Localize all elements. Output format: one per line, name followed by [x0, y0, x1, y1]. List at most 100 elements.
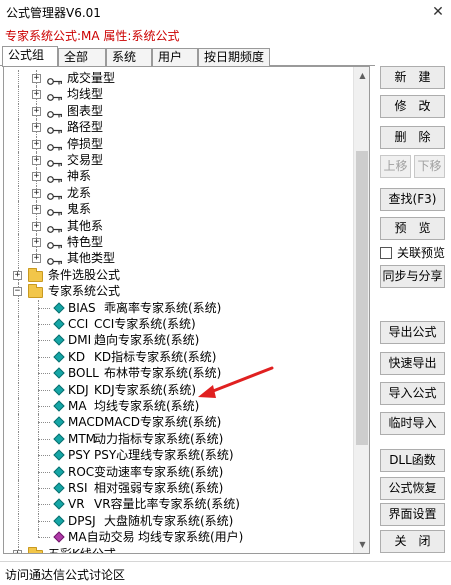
expert-item-vr[interactable]: VR VR容量比率专家系统(系统) [4, 496, 352, 513]
tree-item-label: 其他系 [67, 218, 104, 233]
tree-guide [18, 299, 19, 316]
tree-guide [18, 529, 19, 546]
tab-by-date-frequency[interactable]: 按日期频度 [198, 48, 270, 66]
modify-button[interactable]: 修 改 [380, 95, 445, 118]
formula-code: KDJ [68, 382, 89, 397]
new-button[interactable]: 新 建 [380, 66, 445, 89]
tree-item-11[interactable]: + 其他类型 [4, 250, 352, 267]
sync-share-button[interactable]: 同步与分享 [380, 265, 445, 288]
expert-item-bias[interactable]: BIAS 乖离率专家系统(系统) [4, 299, 352, 316]
tab-system[interactable]: 系统 [106, 48, 152, 66]
expert-item-kdj[interactable]: KDJ KDJ专家系统(系统) [4, 381, 352, 398]
key-icon [47, 238, 63, 249]
expand-toggle-icon[interactable]: + [32, 254, 41, 264]
tree-item-5[interactable]: + 交易型 [4, 152, 352, 168]
formula-code: ROC [68, 464, 95, 479]
tree-item-8[interactable]: + 鬼系 [4, 201, 352, 218]
expand-toggle-icon[interactable]: + [32, 74, 41, 83]
scroll-thumb[interactable] [356, 151, 368, 445]
ui-settings-button[interactable]: 界面设置 [380, 503, 445, 526]
tree-item-2[interactable]: + 图表型 [4, 102, 352, 119]
expert-item-kd[interactable]: KD KD指标专家系统(系统) [4, 348, 352, 365]
tree-guide [18, 152, 19, 168]
move-down-button[interactable]: 下移 [414, 155, 445, 178]
formula-code: KD [68, 349, 86, 364]
tree-item-3[interactable]: + 路径型 [4, 119, 352, 136]
tab-user[interactable]: 用户 [152, 48, 198, 66]
expert-item-ma[interactable]: MA 均线专家系统(系统) [4, 398, 352, 414]
expert-item-macd[interactable]: MACD MACD专家系统(系统) [4, 414, 352, 431]
tree-guide [18, 119, 19, 136]
tree-guide [18, 70, 19, 86]
formula-description: MACD专家系统(系统) [104, 415, 222, 430]
expand-toggle-icon[interactable]: − [13, 287, 22, 297]
quick-export-button[interactable]: 快速导出 [380, 352, 445, 375]
status-bar: 访问通达信公式讨论区 [0, 561, 451, 585]
formula-code: MTM [68, 431, 97, 446]
tab-all[interactable]: 全部 [58, 48, 106, 66]
expand-toggle-icon[interactable]: + [32, 90, 41, 100]
find-button[interactable]: 查找(F3) [380, 188, 445, 211]
tree-guide [18, 381, 19, 398]
expert-item-mtm[interactable]: MTM 动力指标专家系统(系统) [4, 430, 352, 447]
formula-tree[interactable]: ▲ ▼ + 成交量型 + 均线型 + 图表型 + 路径型 + 停损型 + 交易型 + 神系 + 龙系 + 鬼系 + 其… [3, 66, 370, 554]
expand-toggle-icon[interactable]: + [32, 156, 41, 165]
tab-formula-group[interactable]: 公式组 [2, 46, 58, 67]
scroll-up-arrow-icon[interactable]: ▲ [354, 67, 369, 84]
tree-guide [18, 102, 19, 119]
expand-toggle-icon[interactable]: + [32, 106, 41, 116]
tree-item-label: 龙系 [67, 185, 92, 200]
title-bar: 公式管理器V6.01 ✕ [0, 0, 451, 23]
tree-item-4[interactable]: + 停损型 [4, 135, 352, 152]
expert-item-psy[interactable]: PSY PSY心理线专家系统(系统) [4, 447, 352, 464]
category-colorful-kline[interactable]: + 五彩K线公式 [4, 545, 352, 553]
expert-item-dmi[interactable]: DMI 趋向专家系统(系统) [4, 332, 352, 349]
expert-item-ma自动交易[interactable]: MA自动交易 均线专家系统(用户) [4, 529, 352, 546]
tree-item-10[interactable]: + 特色型 [4, 234, 352, 250]
expert-item-dpsj[interactable]: DPSJ 大盘随机专家系统(系统) [4, 512, 352, 529]
expert-item-boll[interactable]: BOLL 布林带专家系统(系统) [4, 365, 352, 382]
scroll-down-arrow-icon[interactable]: ▼ [354, 536, 369, 553]
export-formula-button[interactable]: 导出公式 [380, 321, 445, 344]
system-formula-icon [53, 498, 65, 511]
formula-code: DMI [68, 333, 92, 348]
expand-toggle-icon[interactable]: + [32, 238, 41, 247]
checkbox-box[interactable] [380, 247, 392, 259]
expand-toggle-icon[interactable]: + [32, 172, 41, 182]
dll-functions-button[interactable]: DLL函数 [380, 449, 445, 472]
tree-item-1[interactable]: + 均线型 [4, 86, 352, 103]
tree-guide [18, 250, 19, 267]
tree-guide [18, 86, 19, 103]
import-formula-button[interactable]: 导入公式 [380, 382, 445, 405]
tree-item-6[interactable]: + 神系 [4, 168, 352, 185]
temp-import-button[interactable]: 临时导入 [380, 412, 445, 435]
expert-item-rsi[interactable]: RSI 相对强弱专家系统(系统) [4, 480, 352, 496]
expert-item-cci[interactable]: CCI CCI专家系统(系统) [4, 316, 352, 332]
expand-toggle-icon[interactable]: + [32, 139, 41, 149]
close-icon[interactable]: ✕ [425, 0, 451, 23]
formula-restore-button[interactable]: 公式恢复 [380, 477, 445, 500]
tree-item-9[interactable]: + 其他系 [4, 217, 352, 234]
expand-toggle-icon[interactable]: + [13, 270, 22, 280]
tree-guide [18, 496, 19, 513]
expand-toggle-icon[interactable]: + [13, 549, 22, 553]
expand-toggle-icon[interactable]: + [32, 123, 41, 133]
expand-toggle-icon[interactable]: + [32, 221, 41, 231]
category-expert-system[interactable]: − 专家系统公式 [4, 283, 352, 300]
move-up-button[interactable]: 上移 [380, 155, 411, 178]
status-link[interactable]: 访问通达信公式讨论区 [5, 566, 125, 583]
tree-guide [38, 504, 50, 506]
tree-item-0[interactable]: + 成交量型 [4, 70, 352, 86]
formula-description: KDJ专家系统(系统) [94, 382, 197, 397]
tree-item-7[interactable]: + 龙系 [4, 184, 352, 201]
expert-item-roc[interactable]: ROC 变动速率专家系统(系统) [4, 463, 352, 480]
linked-preview-label: 关联预览 [397, 246, 446, 260]
close-button[interactable]: 关 闭 [380, 530, 445, 553]
tree-scrollbar[interactable]: ▲ ▼ [353, 67, 369, 553]
category-condition-stock[interactable]: + 条件选股公式 [4, 266, 352, 283]
preview-button[interactable]: 预 览 [380, 217, 445, 240]
delete-button[interactable]: 删 除 [380, 126, 445, 149]
formula-description: PSY心理线专家系统(系统) [94, 448, 234, 463]
expand-toggle-icon[interactable]: + [32, 205, 41, 215]
expand-toggle-icon[interactable]: + [32, 188, 41, 198]
